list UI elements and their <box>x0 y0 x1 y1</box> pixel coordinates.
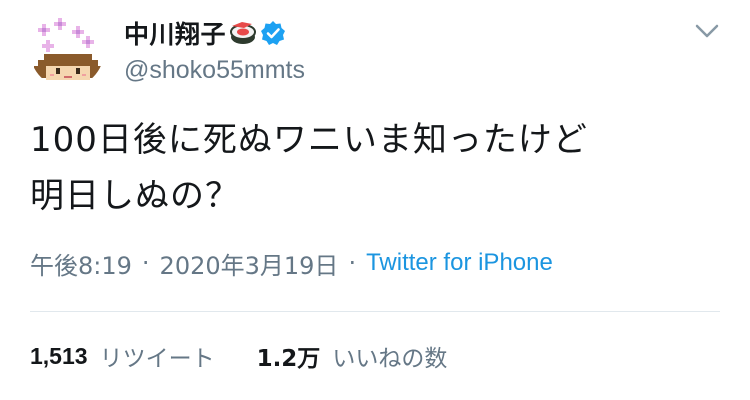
tweet-text-line: 明日しぬの？ <box>30 176 240 216</box>
tweet-date[interactable]: 2020年3月19日 <box>160 246 339 281</box>
tweet-card: 中川翔子 @shoko55mmts 100日後に死ぬワニいま知ったけど 明日しぬ… <box>0 0 750 400</box>
meta-separator: · <box>348 249 357 277</box>
chevron-down-icon[interactable] <box>692 20 722 42</box>
tweet-text-line: 100日後に死ぬワニいま知ったけど <box>30 120 588 160</box>
retweets-count: 1,513 <box>30 342 88 369</box>
user-handle[interactable]: @shoko55mmts <box>124 56 305 85</box>
tweet-source-link[interactable]: Twitter for iPhone <box>366 249 553 277</box>
likes-stat[interactable]: 1.2万 いいねの数 <box>257 339 448 373</box>
tweet-stats: 1,513 リツイート 1.2万 いいねの数 <box>30 338 489 374</box>
sushi-icon <box>228 18 258 48</box>
retweets-stat[interactable]: 1,513 リツイート <box>30 339 215 373</box>
likes-count: 1.2万 <box>256 346 321 372</box>
tweet-text: 100日後に死ぬワニいま知ったけど 明日しぬの？ <box>30 112 730 224</box>
likes-label: いいねの数 <box>332 346 448 372</box>
verified-badge-icon <box>260 20 286 46</box>
author-block: 中川翔子 @shoko55mmts <box>124 14 305 94</box>
name-row: 中川翔子 <box>124 14 305 52</box>
tweet-time[interactable]: 午後8:19 <box>30 246 132 281</box>
divider <box>30 311 720 312</box>
meta-separator: · <box>141 249 150 277</box>
pixel-avatar-icon <box>34 18 102 80</box>
avatar[interactable] <box>30 14 104 88</box>
tweet-metadata: 午後8:19 · 2020年3月19日 · Twitter for iPhone <box>30 246 553 280</box>
retweets-label: リツイート <box>99 346 215 372</box>
display-name[interactable]: 中川翔子 <box>124 15 226 51</box>
